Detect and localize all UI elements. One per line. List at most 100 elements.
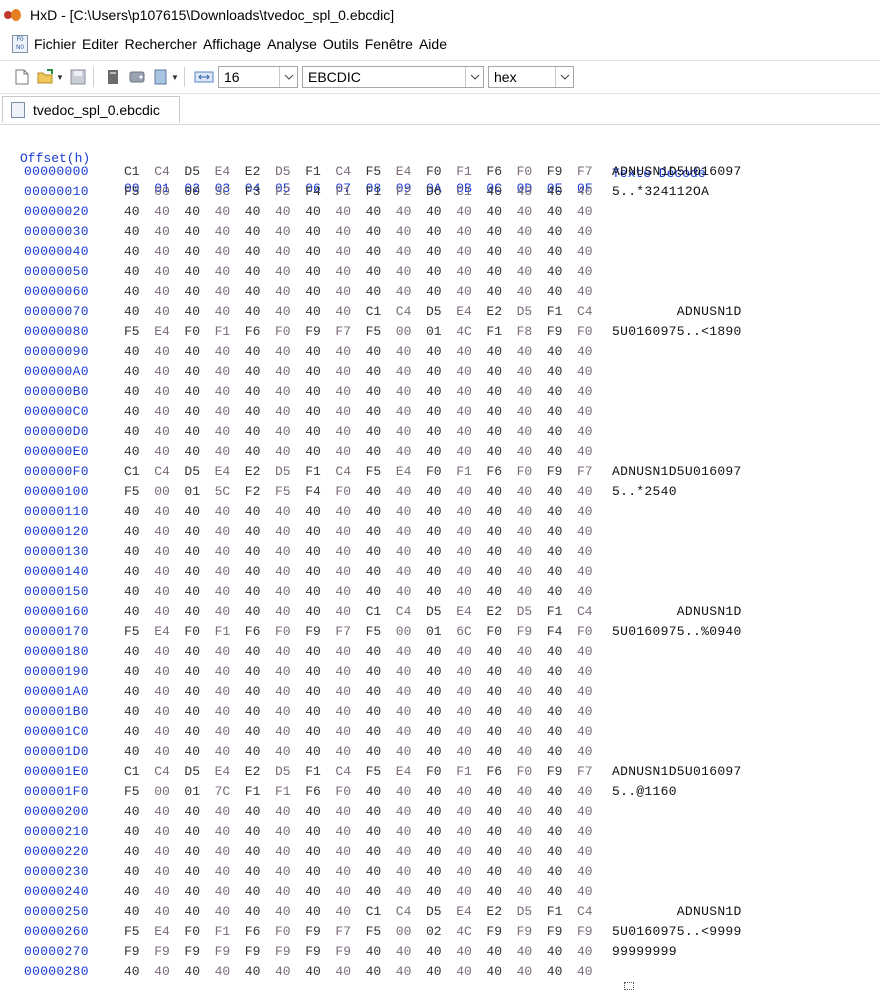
hex-byte[interactable]: 40 <box>577 284 593 299</box>
menu-affichage[interactable]: Affichage <box>203 36 267 52</box>
hex-byte[interactable]: 40 <box>577 344 593 359</box>
hex-byte[interactable]: 40 <box>124 704 140 719</box>
hex-byte[interactable]: 40 <box>275 604 291 619</box>
hex-byte[interactable]: 40 <box>245 684 261 699</box>
hex-byte[interactable]: C4 <box>396 604 412 619</box>
hex-byte[interactable]: 40 <box>124 904 140 919</box>
hex-byte[interactable]: 00 <box>184 184 200 199</box>
hex-byte[interactable]: E4 <box>456 304 472 319</box>
hex-byte[interactable]: 40 <box>335 584 351 599</box>
hex-byte[interactable]: 40 <box>184 404 200 419</box>
hex-byte[interactable]: 40 <box>486 844 502 859</box>
hex-byte[interactable]: 40 <box>456 884 472 899</box>
hex-byte[interactable]: 40 <box>305 684 321 699</box>
hex-byte[interactable]: F7 <box>577 464 593 479</box>
hex-byte[interactable]: 40 <box>396 724 412 739</box>
hex-byte[interactable]: C4 <box>396 304 412 319</box>
hex-byte[interactable]: F5 <box>124 924 140 939</box>
hex-byte[interactable]: 40 <box>335 244 351 259</box>
hex-byte[interactable]: 40 <box>366 404 382 419</box>
hex-byte[interactable]: F0 <box>517 164 533 179</box>
hex-byte[interactable]: 40 <box>366 824 382 839</box>
decoded-text[interactable]: 5U0160975..<1890 <box>612 324 742 339</box>
hex-byte[interactable]: F5 <box>366 624 382 639</box>
hex-byte[interactable]: 40 <box>275 704 291 719</box>
hex-byte[interactable]: 40 <box>577 704 593 719</box>
hex-byte[interactable]: 40 <box>335 564 351 579</box>
hex-byte[interactable]: 40 <box>426 224 442 239</box>
hex-byte[interactable]: 40 <box>577 564 593 579</box>
hex-byte[interactable]: 40 <box>486 424 502 439</box>
hex-byte[interactable]: 40 <box>577 664 593 679</box>
hex-byte[interactable]: 40 <box>154 524 170 539</box>
hex-byte[interactable]: D6 <box>426 184 442 199</box>
hex-byte[interactable]: 40 <box>245 384 261 399</box>
document-menu-icon[interactable]: F0 N0 <box>12 35 28 53</box>
hex-byte[interactable]: 40 <box>456 864 472 879</box>
hex-byte[interactable]: 40 <box>215 684 231 699</box>
hex-byte[interactable]: 40 <box>184 884 200 899</box>
hex-byte[interactable]: 40 <box>366 344 382 359</box>
hex-byte[interactable]: 40 <box>547 724 563 739</box>
hex-byte[interactable]: 40 <box>517 584 533 599</box>
hex-byte[interactable]: D5 <box>275 764 291 779</box>
hex-byte[interactable]: 40 <box>486 544 502 559</box>
hex-byte[interactable]: D5 <box>184 764 200 779</box>
hex-byte[interactable]: 00 <box>396 624 412 639</box>
hex-byte[interactable]: F7 <box>335 624 351 639</box>
menu-analyse[interactable]: Analyse <box>267 36 323 52</box>
hex-byte[interactable]: 40 <box>396 364 412 379</box>
open-dropdown-icon[interactable]: ▼ <box>56 67 64 87</box>
hex-byte[interactable]: 40 <box>426 644 442 659</box>
hex-byte[interactable]: 40 <box>577 384 593 399</box>
hex-byte[interactable]: F9 <box>305 944 321 959</box>
hex-byte[interactable]: 40 <box>275 584 291 599</box>
hex-byte[interactable]: 40 <box>305 424 321 439</box>
hex-byte[interactable]: 00 <box>396 924 412 939</box>
hex-byte[interactable]: 40 <box>486 804 502 819</box>
hex-byte[interactable]: 40 <box>184 844 200 859</box>
hex-byte[interactable]: 40 <box>124 364 140 379</box>
hex-byte[interactable]: 02 <box>426 924 442 939</box>
hex-byte[interactable]: 40 <box>275 724 291 739</box>
hex-byte[interactable]: 40 <box>456 544 472 559</box>
hex-byte[interactable]: 40 <box>426 504 442 519</box>
hex-byte[interactable]: 40 <box>124 444 140 459</box>
hex-byte[interactable]: 40 <box>305 404 321 419</box>
hex-byte[interactable]: 40 <box>366 544 382 559</box>
hex-byte[interactable]: 40 <box>547 844 563 859</box>
hex-byte[interactable]: 40 <box>426 284 442 299</box>
hex-byte[interactable]: 40 <box>517 644 533 659</box>
hex-byte[interactable]: 40 <box>366 684 382 699</box>
hex-byte[interactable]: 40 <box>396 384 412 399</box>
hex-byte[interactable]: 40 <box>517 724 533 739</box>
hex-byte[interactable]: 40 <box>154 804 170 819</box>
hex-byte[interactable]: 40 <box>456 844 472 859</box>
hex-byte[interactable]: 40 <box>275 424 291 439</box>
hex-byte[interactable]: 40 <box>486 344 502 359</box>
hex-byte[interactable]: F2 <box>275 184 291 199</box>
hex-byte[interactable]: 40 <box>245 964 261 979</box>
hex-byte[interactable]: 40 <box>124 824 140 839</box>
hex-byte[interactable]: F7 <box>335 924 351 939</box>
hex-byte[interactable]: 40 <box>124 864 140 879</box>
hex-byte[interactable]: 40 <box>426 384 442 399</box>
hex-byte[interactable]: 40 <box>577 204 593 219</box>
hex-byte[interactable]: 40 <box>396 704 412 719</box>
hex-byte[interactable]: 40 <box>275 364 291 379</box>
hex-byte[interactable]: F6 <box>486 464 502 479</box>
hex-byte[interactable]: 40 <box>456 424 472 439</box>
hex-byte[interactable]: 40 <box>335 644 351 659</box>
hex-byte[interactable]: 40 <box>215 524 231 539</box>
hex-byte[interactable]: F1 <box>275 784 291 799</box>
hex-byte[interactable]: 40 <box>154 864 170 879</box>
hex-editor[interactable]: Offset(h) Texte Décodé 00 01 02 03 04 05 06 07 0… <box>0 128 880 988</box>
hex-byte[interactable]: 40 <box>245 524 261 539</box>
hex-byte[interactable]: 40 <box>124 244 140 259</box>
hex-byte[interactable]: D5 <box>517 304 533 319</box>
hex-byte[interactable]: C1 <box>366 904 382 919</box>
open-file-icon[interactable] <box>36 67 56 87</box>
hex-byte[interactable]: 40 <box>396 544 412 559</box>
hex-byte[interactable]: 40 <box>517 824 533 839</box>
hex-byte[interactable]: 40 <box>215 864 231 879</box>
